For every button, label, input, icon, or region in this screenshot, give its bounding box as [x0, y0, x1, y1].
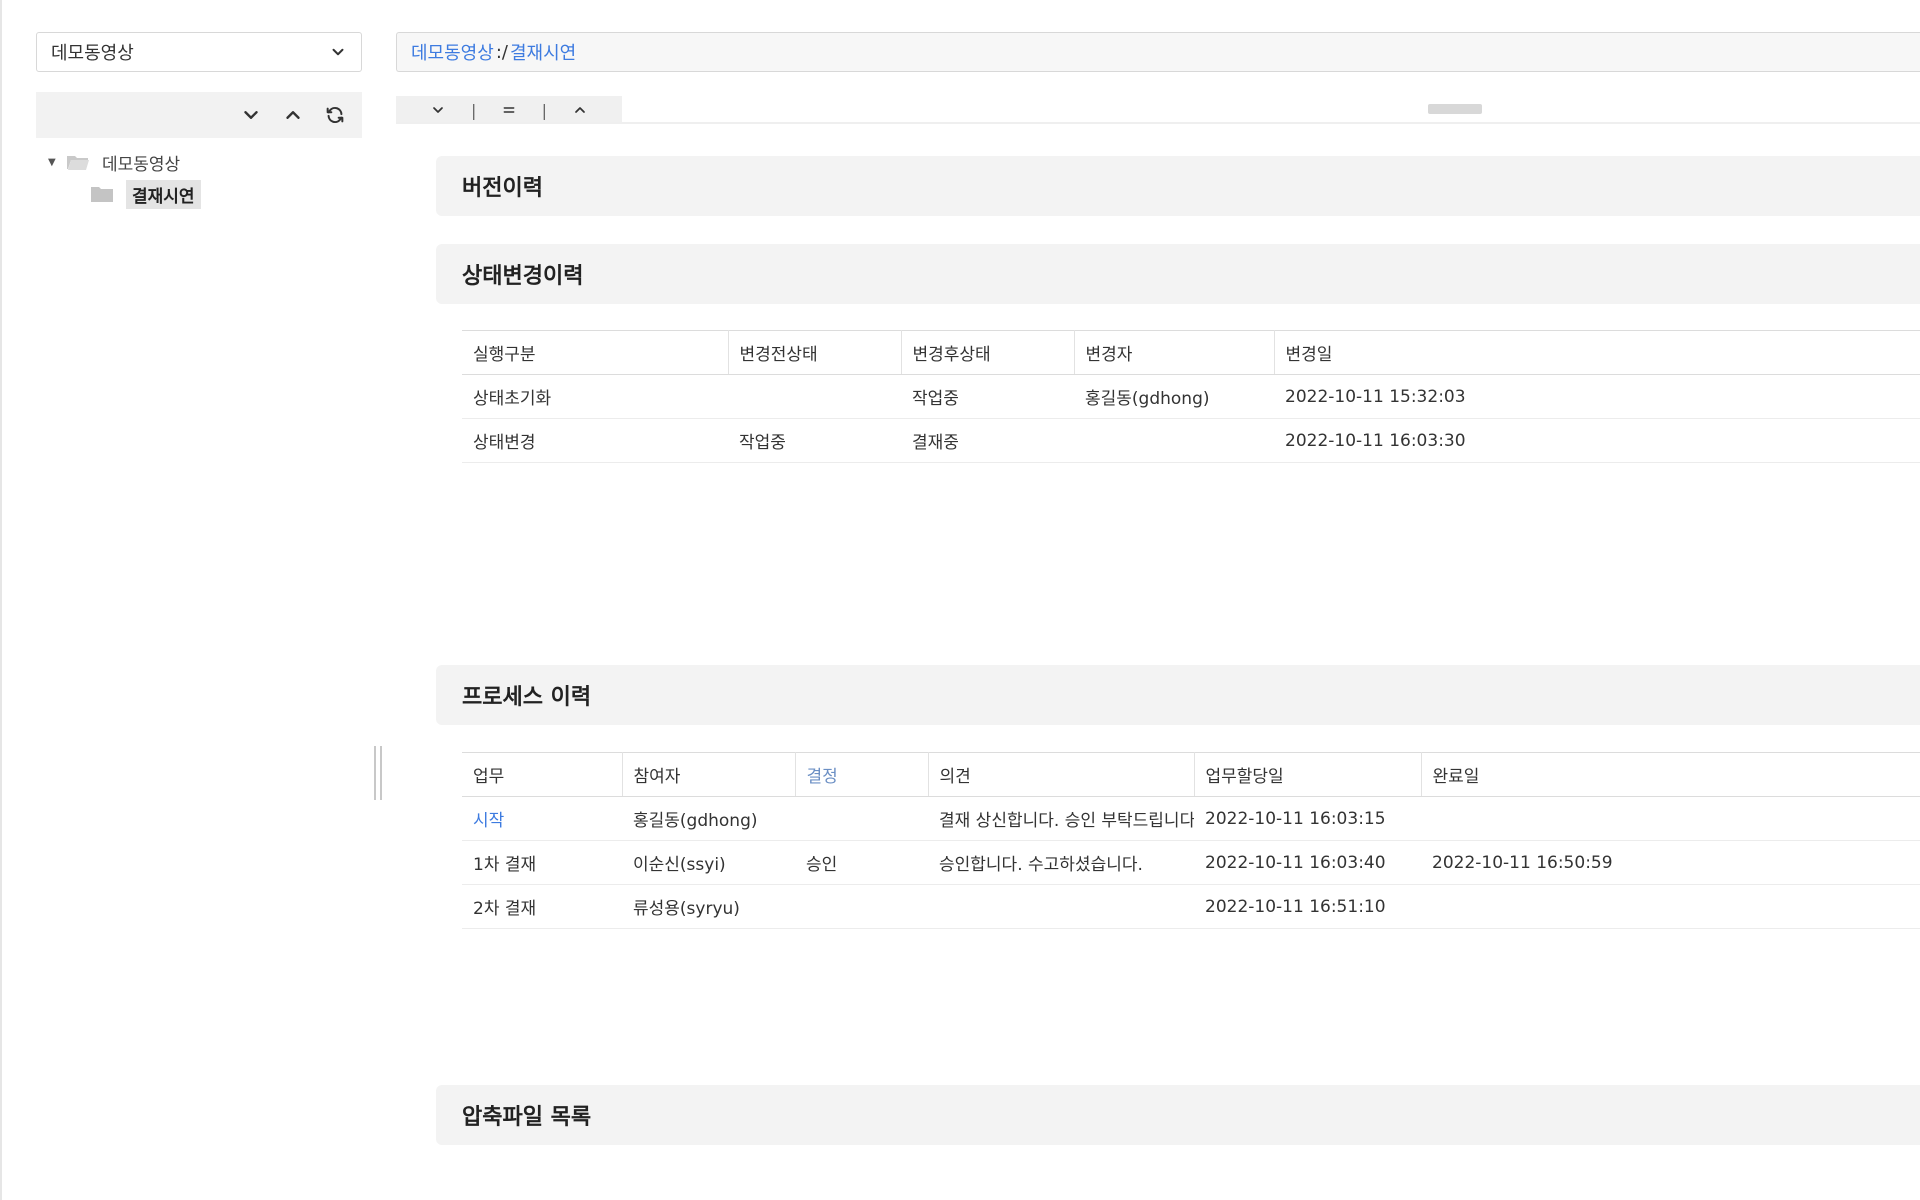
folder-open-icon [67, 156, 89, 170]
table-cell: 2022-10-11 16:50:59 [1421, 840, 1920, 885]
process-history-table: 업무 참여자 결정 의견 업무할당일 완료일 시작 홍길동(gdhong) 결재… [462, 752, 1920, 929]
equal-split-button[interactable] [501, 102, 517, 118]
table-header-row: 실행구분 변경전상태 변경후상태 변경자 변경일 [462, 330, 1920, 375]
table-cell: 2022-10-11 16:03:30 [1274, 418, 1920, 463]
expand-sections-button[interactable] [430, 102, 446, 118]
breadcrumb-item[interactable]: 결재시연 [510, 39, 576, 65]
view-toolbar: | | [396, 96, 622, 124]
table-cell: 결재 상신합니다. 승인 부탁드립니다 [928, 796, 1194, 841]
column-header[interactable]: 변경후상태 [901, 330, 1075, 375]
column-header[interactable]: 변경일 [1274, 330, 1920, 375]
table-row[interactable]: 시작 홍길동(gdhong) 결재 상신합니다. 승인 부탁드립니다 2022-… [462, 796, 1920, 841]
table-cell: 상태초기화 [462, 374, 728, 419]
section-header-archive-list[interactable]: 압축파일 목록 [436, 1085, 1920, 1145]
table-row[interactable]: 2차 결재 류성용(syryu) 2022-10-11 16:51:10 [462, 884, 1920, 929]
tree-node-child[interactable]: 결재시연 [90, 178, 201, 210]
table-cell: 승인합니다. 수고하셨습니다. [928, 840, 1194, 885]
column-header[interactable]: 완료일 [1421, 752, 1920, 797]
table-header-row: 업무 참여자 결정 의견 업무할당일 완료일 [462, 752, 1920, 797]
resize-grip-handle[interactable] [1428, 104, 1482, 114]
table-cell: 2022-10-11 15:32:03 [1274, 374, 1920, 419]
breadcrumb-separator: :/ [495, 41, 508, 63]
table-cell: 결재중 [901, 418, 1074, 463]
collapse-sections-button[interactable] [572, 102, 588, 118]
section-title: 상태변경이력 [462, 264, 584, 289]
tree-expand-toggle[interactable]: ▼ [48, 157, 66, 168]
chevron-down-icon [332, 48, 344, 56]
panel-splitter-handle[interactable] [374, 746, 382, 800]
section-header-status-history[interactable]: 상태변경이력 [436, 244, 1920, 304]
column-header[interactable]: 의견 [928, 752, 1195, 797]
table-cell: 2차 결재 [462, 884, 622, 929]
breadcrumb-item[interactable]: 데모동영상 [411, 39, 494, 65]
refresh-button[interactable] [322, 102, 348, 128]
expand-all-button[interactable] [238, 102, 264, 128]
equal-icon [503, 107, 515, 113]
table-cell [1074, 418, 1274, 463]
table-cell [1421, 796, 1920, 841]
chevron-down-icon [433, 107, 444, 113]
project-select-value: 데모동영상 [51, 43, 134, 64]
table-cell: 작업중 [728, 418, 901, 463]
table-cell: 작업중 [901, 374, 1074, 419]
table-cell: 홍길동(gdhong) [622, 796, 795, 841]
chevron-up-icon [574, 107, 585, 113]
app-root: 데모동영상 ▼ 데모동영상 결재시연 데모동영상 :/ 결재시연 | | 버전이… [0, 0, 1920, 1200]
section-header-process-history[interactable]: 프로세스 이력 [436, 665, 1920, 725]
tree-node-label: 데모동영상 [102, 154, 181, 175]
table-cell: 승인 [795, 840, 928, 885]
window-left-edge [0, 0, 2, 1200]
column-header[interactable]: 결정 [795, 752, 929, 797]
table-cell [1421, 884, 1920, 929]
folder-tree: ▼ 데모동영상 결재시연 [48, 146, 201, 210]
table-cell: 이순신(ssyi) [622, 840, 795, 885]
table-cell: 1차 결재 [462, 840, 622, 885]
column-header[interactable]: 업무할당일 [1194, 752, 1422, 797]
folder-icon [91, 187, 113, 202]
table-cell: 상태변경 [462, 418, 728, 463]
table-cell [795, 796, 928, 841]
task-link[interactable]: 시작 [462, 796, 622, 841]
path-breadcrumb: 데모동영상 :/ 결재시연 [396, 32, 1920, 72]
column-header[interactable]: 실행구분 [462, 330, 729, 375]
table-cell: 2022-10-11 16:03:40 [1194, 840, 1421, 885]
table-row[interactable]: 1차 결재 이순신(ssyi) 승인 승인합니다. 수고하셨습니다. 2022-… [462, 840, 1920, 885]
section-title: 압축파일 목록 [462, 1105, 592, 1130]
table-cell: 홍길동(gdhong) [1074, 374, 1274, 419]
chevron-down-icon [244, 111, 258, 119]
table-row[interactable]: 상태변경 작업중 결재중 2022-10-11 16:03:30 [462, 418, 1920, 463]
tree-node-label: 결재시연 [126, 179, 201, 209]
collapse-all-button[interactable] [280, 102, 306, 128]
tree-node-root[interactable]: ▼ 데모동영상 [48, 146, 201, 178]
toolbar-divider: | [470, 100, 477, 120]
column-header[interactable]: 참여자 [622, 752, 796, 797]
section-title: 버전이력 [462, 176, 543, 201]
table-cell: 2022-10-11 16:03:15 [1194, 796, 1421, 841]
table-cell [795, 884, 928, 929]
table-cell: 2022-10-11 16:51:10 [1194, 884, 1421, 929]
toolbar-divider: | [541, 100, 548, 120]
chevron-up-icon [286, 111, 300, 119]
refresh-icon [326, 106, 344, 124]
table-cell [728, 374, 901, 419]
tree-toolbar [36, 92, 362, 138]
status-history-table: 실행구분 변경전상태 변경후상태 변경자 변경일 상태초기화 작업중 홍길동(g… [462, 330, 1920, 463]
section-header-version-history[interactable]: 버전이력 [436, 156, 1920, 216]
column-header[interactable]: 변경자 [1074, 330, 1275, 375]
table-row[interactable]: 상태초기화 작업중 홍길동(gdhong) 2022-10-11 15:32:0… [462, 374, 1920, 419]
table-cell: 류성용(syryu) [622, 884, 795, 929]
column-header[interactable]: 변경전상태 [728, 330, 902, 375]
toolbar-divider-line [396, 122, 1920, 124]
project-select[interactable]: 데모동영상 [36, 32, 362, 72]
column-header[interactable]: 업무 [462, 752, 623, 797]
section-title: 프로세스 이력 [462, 685, 592, 710]
table-cell [928, 884, 1194, 929]
